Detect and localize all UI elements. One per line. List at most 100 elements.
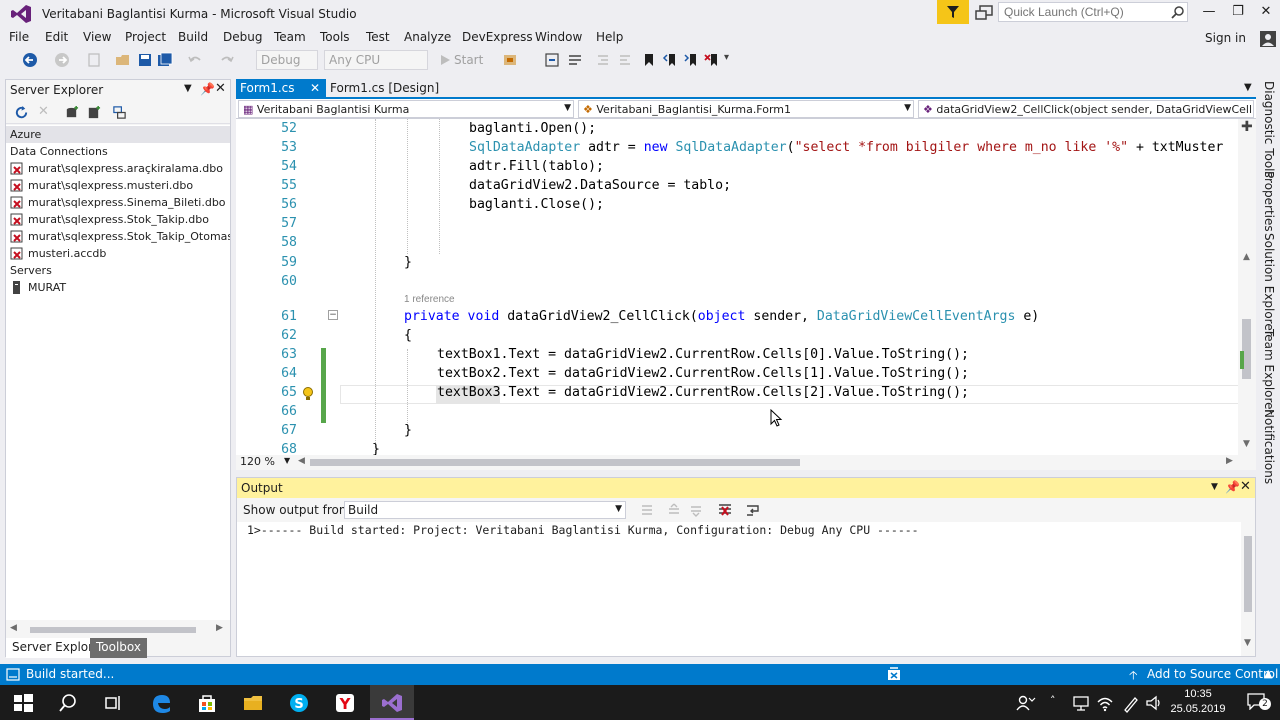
skype-icon[interactable]: S: [288, 692, 310, 714]
pen-icon[interactable]: [1121, 692, 1139, 714]
previous-bookmark-icon[interactable]: [662, 52, 678, 68]
sign-in-link[interactable]: Sign in: [1205, 31, 1246, 45]
tab-toolbox[interactable]: Toolbox: [90, 638, 147, 658]
save-icon[interactable]: [137, 52, 153, 68]
quick-launch-input[interactable]: [999, 3, 1164, 21]
stop-refresh-icon[interactable]: ✕: [38, 104, 49, 119]
quick-launch-box[interactable]: [998, 2, 1188, 22]
yandex-browser-icon[interactable]: Y: [334, 692, 356, 714]
system-clock[interactable]: 10:35 25.05.2019: [1168, 687, 1228, 717]
scroll-down-icon[interactable]: ▼: [1243, 439, 1250, 449]
solution-configuration-combo[interactable]: Debug: [256, 50, 318, 70]
connect-to-database-icon[interactable]: [64, 105, 79, 120]
scroll-right-icon[interactable]: ▶: [1226, 456, 1233, 466]
bookmark-icon[interactable]: [641, 52, 657, 68]
restore-button[interactable]: ❐: [1229, 4, 1247, 20]
tree-node-connection[interactable]: murat\sqlexpress.Stok_Takip.dbo: [6, 211, 230, 228]
editor-vscrollbar[interactable]: ✚ ▲ ▼: [1238, 119, 1256, 455]
outdent-icon[interactable]: [595, 52, 611, 68]
people-icon[interactable]: [1014, 692, 1036, 714]
solution-platform-combo[interactable]: Any CPU: [324, 50, 428, 70]
comment-icon[interactable]: [567, 52, 583, 68]
menu-devexpress[interactable]: DevExpress: [462, 30, 533, 44]
redo-icon[interactable]: [219, 52, 235, 68]
toolbar-overflow-icon[interactable]: ▾: [724, 52, 729, 63]
menu-view[interactable]: View: [83, 30, 111, 44]
project-combo[interactable]: ▦ Veritabani Baglantisi Kurma ▼: [238, 100, 574, 118]
output-text[interactable]: 1>------ Build started: Project: Veritab…: [237, 522, 1241, 656]
pin-icon[interactable]: 📌: [200, 82, 215, 96]
server-explorer-hscrollbar[interactable]: ◀ ▶: [10, 623, 226, 637]
split-editor-icon[interactable]: ✚: [1241, 119, 1253, 135]
scroll-left-icon[interactable]: ◀: [298, 456, 305, 466]
scroll-down-icon[interactable]: ▼: [1244, 638, 1251, 648]
close-tab-icon[interactable]: ✕: [310, 81, 320, 95]
menu-debug[interactable]: Debug: [223, 30, 262, 44]
show-output-combo[interactable]: Build ▼: [344, 501, 626, 519]
menu-analyze[interactable]: Analyze: [404, 30, 451, 44]
menu-window[interactable]: Window: [535, 30, 582, 44]
class-combo[interactable]: ❖ Veritabani_Baglantisi_Kurma.Form1 ▼: [578, 100, 914, 118]
tab-form1-cs[interactable]: Form1.cs ✕: [236, 79, 326, 99]
new-project-icon[interactable]: [86, 52, 102, 68]
toggle-word-wrap-icon[interactable]: [745, 502, 761, 518]
tree-node-connection[interactable]: murat\sqlexpress.araçkiralama.dbo: [6, 160, 230, 177]
visual-studio-taskbar-icon[interactable]: [381, 692, 403, 714]
next-message-icon[interactable]: [689, 503, 703, 517]
minimize-button[interactable]: —: [1200, 4, 1218, 20]
tree-node-connection[interactable]: musteri.accdb: [6, 245, 230, 262]
add-to-source-control[interactable]: Add to Source Control: [1147, 667, 1278, 681]
tree-node-azure[interactable]: Azure: [6, 126, 230, 143]
close-panel-icon[interactable]: ✕: [1240, 479, 1251, 494]
menu-edit[interactable]: Edit: [45, 30, 68, 44]
start-debugging-icon[interactable]: [437, 52, 453, 68]
network-icon[interactable]: [1072, 692, 1090, 714]
tab-team-explorer[interactable]: Team Explorer: [1262, 329, 1276, 415]
start-button-label[interactable]: Start: [454, 53, 483, 67]
search-icon[interactable]: [1171, 5, 1185, 19]
panel-menu-icon[interactable]: ▼: [1211, 482, 1218, 492]
tab-list-icon[interactable]: ▼: [1244, 82, 1252, 93]
connect-to-server-icon[interactable]: [86, 105, 101, 120]
filter-notification-icon[interactable]: [937, 0, 969, 24]
chevron-up-icon[interactable]: ▲: [1264, 667, 1272, 680]
indent-icon[interactable]: [617, 52, 633, 68]
step-into-icon[interactable]: [544, 52, 560, 68]
action-center-icon[interactable]: 2: [1246, 692, 1271, 712]
navigate-forward-icon[interactable]: [54, 52, 70, 68]
navigate-back-icon[interactable]: [22, 52, 38, 68]
volume-icon[interactable]: [1145, 692, 1163, 714]
output-vscrollbar[interactable]: ▼: [1241, 522, 1255, 656]
menu-tools[interactable]: Tools: [320, 30, 350, 44]
save-all-icon[interactable]: [157, 52, 173, 68]
tree-node-data-connections[interactable]: Data Connections: [6, 143, 230, 160]
search-icon[interactable]: [57, 692, 79, 714]
windows-start-icon[interactable]: [12, 692, 34, 714]
editor-hscroll-thumb[interactable]: [310, 459, 800, 466]
scroll-thumb[interactable]: [1244, 536, 1252, 612]
open-file-icon[interactable]: [115, 52, 131, 68]
codelens-references[interactable]: 1 reference: [404, 294, 455, 305]
menu-file[interactable]: File: [9, 30, 29, 44]
tab-diagnostic-tools[interactable]: Diagnostic Tools: [1262, 81, 1276, 178]
menu-team[interactable]: Team: [274, 30, 306, 44]
scroll-thumb[interactable]: [1242, 319, 1251, 379]
next-bookmark-icon[interactable]: [683, 52, 699, 68]
tree-node-connection[interactable]: murat\sqlexpress.Stok_Takip_Otomasyon: [6, 228, 230, 245]
close-panel-icon[interactable]: ✕: [215, 81, 226, 96]
clear-all-icon[interactable]: [717, 502, 733, 518]
tab-form1-design[interactable]: Form1.cs [Design]: [326, 79, 458, 99]
scroll-thumb[interactable]: [30, 627, 196, 633]
task-view-icon[interactable]: [102, 692, 124, 714]
sharepoint-connection-icon[interactable]: [112, 105, 127, 120]
find-in-output-icon[interactable]: [640, 503, 654, 517]
file-explorer-icon[interactable]: [242, 692, 264, 714]
tree-node-servers[interactable]: Servers: [6, 262, 230, 279]
account-icon[interactable]: [1259, 30, 1277, 48]
menu-build[interactable]: Build: [178, 30, 208, 44]
zoom-combo[interactable]: 120 % ▼: [238, 455, 294, 470]
tab-solution-explorer[interactable]: Solution Explorer: [1262, 233, 1276, 336]
menu-test[interactable]: Test: [366, 30, 390, 44]
scroll-right-icon[interactable]: ▶: [216, 623, 223, 633]
panel-menu-icon[interactable]: ▼: [184, 83, 192, 94]
